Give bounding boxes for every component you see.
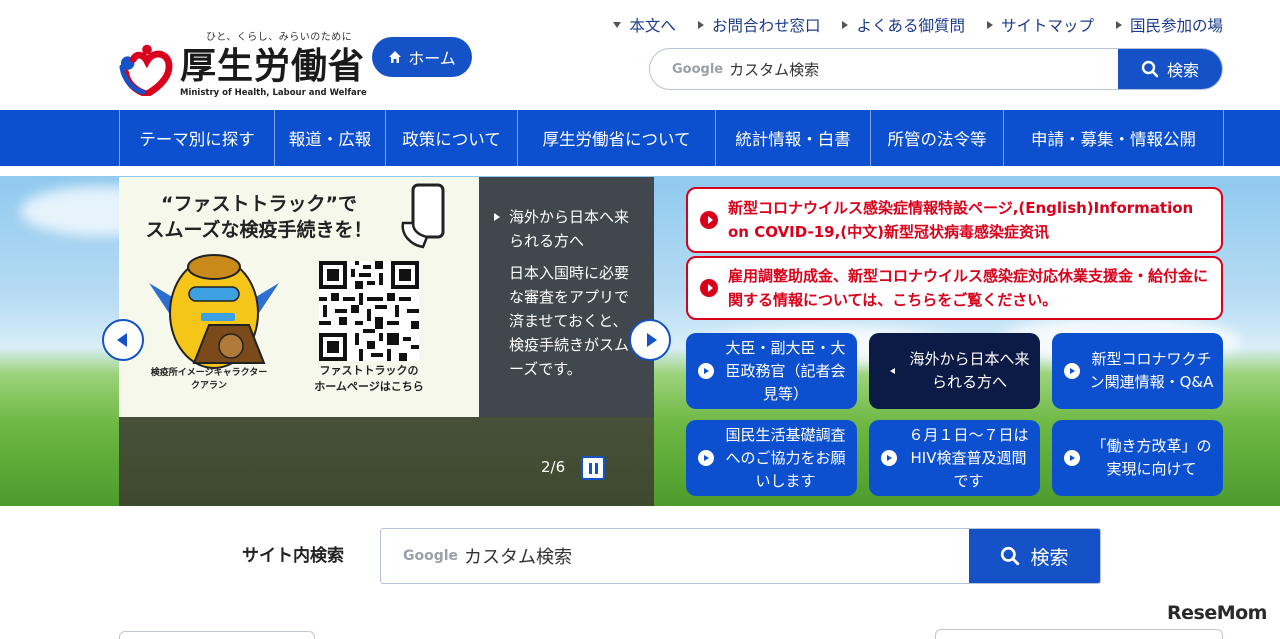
ministry-logo-mark-icon <box>119 44 173 96</box>
util-link-public-participation[interactable]: 国民参加の場 <box>1115 14 1223 36</box>
search-icon <box>1141 60 1159 78</box>
util-link-label: サイトマップ <box>1000 17 1094 35</box>
quick-link-label: 国民生活基礎調査へのご協力をお願いします <box>725 425 846 490</box>
home-icon <box>389 51 402 63</box>
util-link-faq[interactable]: よくある御質問 <box>842 14 965 36</box>
carousel-prev-button[interactable] <box>102 319 144 361</box>
logo-english-name: Ministry of Health, Labour and Welfare <box>180 88 367 98</box>
header-search: Google カスタム検索 検索 <box>649 48 1223 90</box>
slide-headline: “ファストトラック”で スムーズな検疫手続きを！ <box>145 193 373 241</box>
watermark-logo: ReseMom <box>1167 602 1267 624</box>
utility-nav: 本文へ お問合わせ窓口 よくある御質問 サイトマップ 国民参加の場 <box>613 14 1223 36</box>
global-nav: テーマ別に探す 報道・広報 政策について 厚生労働省について 統計情報・白書 所… <box>0 110 1280 166</box>
google-label: Google <box>672 61 724 77</box>
alert-covid-info[interactable]: 新型コロナウイルス感染症情報特設ページ,(English)Information… <box>686 187 1223 253</box>
chevron-right-icon <box>646 333 657 347</box>
gnav-item-statistics[interactable]: 統計情報・白書 <box>716 110 871 166</box>
triangle-right-icon <box>1115 21 1122 29</box>
alert-employment-subsidy[interactable]: 雇用調整助成金、新型コロナウイルス感染症対応休業支援金・給付金に関する情報につい… <box>686 256 1223 320</box>
header-search-input[interactable]: Google カスタム検索 <box>650 49 1118 89</box>
arrow-circle-icon <box>700 279 718 297</box>
gnav-item-laws[interactable]: 所管の法令等 <box>871 110 1004 166</box>
logo-tagline: ひと、くらし、みらいのために <box>206 32 353 43</box>
site-search: Google カスタム検索 検索 <box>380 528 1101 584</box>
util-link-label: 本文へ <box>629 17 676 35</box>
quick-link-label: 海外から日本へ来られる方へ <box>909 350 1030 391</box>
alert-text: 雇用調整助成金、新型コロナウイルス感染症対応休業支援金・給付金に関する情報につい… <box>728 267 1209 309</box>
ministry-logo[interactable]: ひと、くらし、みらいのために 厚生労働省 Ministry of Health,… <box>118 16 367 102</box>
quick-link-label: 新型コロナワクチン関連情報・Q&A <box>1089 350 1214 391</box>
site-search-input[interactable]: Google カスタム検索 <box>381 529 969 583</box>
header-search-button[interactable]: 検索 <box>1118 49 1222 89</box>
arrow-circle-icon <box>1064 450 1080 466</box>
search-placeholder: カスタム検索 <box>464 547 573 568</box>
util-link-contact[interactable]: お問合わせ窓口 <box>697 14 821 36</box>
util-link-sitemap[interactable]: サイトマップ <box>986 14 1094 36</box>
carousel-pause-button[interactable] <box>581 456 605 480</box>
util-link-label: お問合わせ窓口 <box>711 17 821 35</box>
util-link-label: 国民参加の場 <box>1129 17 1223 35</box>
arrow-circle-icon <box>881 450 897 466</box>
arrow-circle-icon <box>698 450 714 466</box>
content-panel-right <box>935 629 1223 639</box>
qr-caption: ファストトラックの ホームページはこちら <box>314 364 424 393</box>
quick-link-minister[interactable]: 大臣・副大臣・大臣政務官（記者会見等） <box>686 333 857 409</box>
site-search-button[interactable]: 検索 <box>969 529 1100 583</box>
carousel-slide[interactable]: “ファストトラック”で スムーズな検疫手続きを！ 検疫所イメージキャラクター ク… <box>119 177 654 506</box>
alert-text: 新型コロナウイルス感染症情報特設ページ,(English)Information… <box>728 199 1194 241</box>
quick-link-living-survey[interactable]: 国民生活基礎調査へのご協力をお願いします <box>686 420 857 496</box>
quick-link-work-style-reform[interactable]: 「働き方改革」の実現に向けて <box>1052 420 1223 496</box>
chevron-left-icon <box>116 333 127 347</box>
site-search-label: サイト内検索 <box>242 546 344 566</box>
search-icon <box>1001 546 1020 566</box>
search-button-label: 検索 <box>1166 61 1199 80</box>
slide-counter: 2/6 <box>541 458 566 476</box>
gnav-item-about-ministry[interactable]: 厚生労働省について <box>518 110 716 166</box>
pause-icon <box>588 462 592 474</box>
gnav-item-policy[interactable]: 政策について <box>386 110 518 166</box>
quick-link-covid-vaccine[interactable]: 新型コロナワクチン関連情報・Q&A <box>1052 333 1223 409</box>
gnav-item-applications[interactable]: 申請・募集・情報公開 <box>1004 110 1224 166</box>
triangle-right-icon <box>986 21 993 29</box>
arrow-circle-icon <box>700 211 718 229</box>
google-label: Google <box>403 548 459 564</box>
quick-link-hiv-testing-week[interactable]: ６月１日〜７日はHIV検査普及週間です <box>869 420 1040 496</box>
quick-link-entry-to-japan[interactable]: 海外から日本へ来られる方へ <box>869 333 1040 409</box>
site-header: ひと、くらし、みらいのために 厚生労働省 Ministry of Health,… <box>0 0 1280 110</box>
arrow-circle-icon <box>698 363 714 379</box>
hero-area: “ファストトラック”で スムーズな検疫手続きを！ 検疫所イメージキャラクター ク… <box>0 176 1280 506</box>
search-button-label: 検索 <box>1030 546 1069 569</box>
mascot-caption: 検疫所イメージキャラクター クアラン <box>150 368 268 391</box>
quick-link-label: 「働き方改革」の実現に向けて <box>1091 437 1212 478</box>
qr-code[interactable] <box>319 261 419 361</box>
slide-side-body: 日本入国時に必要な審査をアプリで済ませておくと、検疫手続きがスムーズです。 <box>509 264 630 378</box>
logo-title: 厚生労働省 <box>180 45 366 87</box>
triangle-right-icon <box>697 21 704 29</box>
smartphone-icon <box>401 183 445 249</box>
gnav-item-by-theme[interactable]: テーマ別に探す <box>120 110 275 166</box>
util-link-skip-to-content[interactable]: 本文へ <box>613 14 676 36</box>
util-link-label: よくある御質問 <box>856 17 965 35</box>
content-panel-left <box>119 631 315 639</box>
home-button[interactable]: ホーム <box>372 37 472 77</box>
triangle-left-icon <box>885 368 895 374</box>
quick-link-label: ６月１日〜７日はHIV検査普及週間です <box>908 425 1029 490</box>
arrow-circle-icon <box>1064 363 1080 379</box>
triangle-down-icon <box>613 22 622 28</box>
slide-image: “ファストトラック”で スムーズな検疫手続きを！ 検疫所イメージキャラクター ク… <box>119 177 479 417</box>
triangle-right-icon <box>842 21 849 29</box>
quick-link-label: 大臣・副大臣・大臣政務官（記者会見等） <box>725 338 846 403</box>
gnav-item-press[interactable]: 報道・広報 <box>275 110 386 166</box>
mascot-kuaran-icon <box>149 254 279 369</box>
search-placeholder: カスタム検索 <box>729 60 820 79</box>
carousel-next-button[interactable] <box>629 319 671 361</box>
home-button-label: ホーム <box>408 49 456 68</box>
slide-side-title: 海外から日本へ来られる方へ <box>494 205 639 253</box>
triangle-right-icon <box>494 213 500 221</box>
